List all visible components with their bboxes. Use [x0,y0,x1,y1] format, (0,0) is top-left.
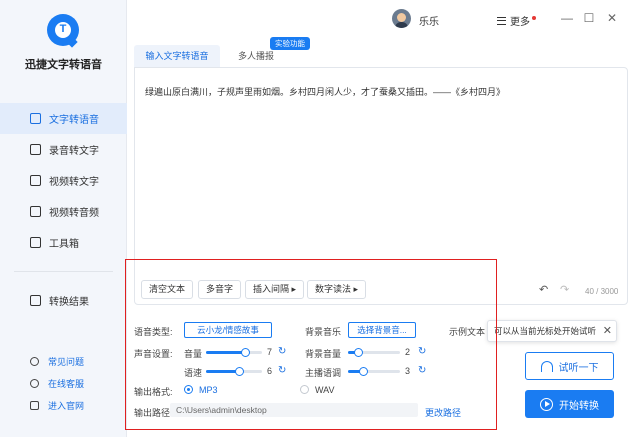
char-counter: 40 / 3000 [585,287,619,296]
slider-handle[interactable] [240,348,250,357]
bg-music-label: 背景音乐 [305,327,342,337]
voice-settings-label: 声音设置: [134,349,173,359]
faq-link[interactable]: 常见问题 [0,350,127,372]
sidebar-item-label: 视频转音频 [49,208,99,219]
voice-type-label: 语音类型: [134,327,173,337]
speed-slider[interactable] [206,367,262,376]
online-support-link[interactable]: 在线客服 [0,372,127,394]
sidebar-item-label: 视频转文字 [49,177,99,188]
start-convert-button[interactable]: 开始转换 [525,390,614,418]
footer-link-label: 常见问题 [48,356,85,367]
anchor-tone-value: 3 [405,366,411,376]
bg-volume-slider[interactable] [348,348,400,357]
tab-input-text[interactable]: 输入文字转语音 [134,45,220,67]
sidebar-item-label: 转换结果 [49,297,89,308]
sidebar-footer: 常见问题 在线客服 进入官网 [0,350,127,416]
sidebar-item-video-to-text[interactable]: 视频转文字 [0,165,127,196]
sidebar-item-results[interactable]: 转换结果 [0,285,127,316]
volume-value: 7 [267,347,273,357]
anchor-tone-reset-icon[interactable]: ↻ [418,366,426,376]
bg-volume-label: 背景音量 [305,349,342,359]
start-label: 开始转换 [559,400,599,412]
format-label: 输出格式: [134,387,173,397]
sidebar-item-label: 录音转文字 [49,146,99,157]
undo-icon[interactable]: ↶ [539,285,548,296]
wav-radio[interactable] [300,385,309,394]
play-icon [540,397,553,411]
username[interactable]: 乐乐 [419,13,439,28]
preview-button[interactable]: 试听一下 [525,352,614,380]
app-title: 迅捷文字转语音 [25,59,102,71]
output-path-label: 输出路径: [134,408,173,418]
chat-icon [30,378,39,388]
mp3-label[interactable]: MP3 [199,385,218,395]
volume-slider[interactable] [206,348,262,357]
sidebar-item-video-to-audio[interactable]: 视频转音频 [0,196,127,227]
speed-reset-icon[interactable]: ↻ [278,366,286,376]
output-path-field[interactable]: C:\Users\admin\desktop [170,403,418,417]
sidebar-secondary: 转换结果 [0,285,127,316]
minimize-button[interactable]: — [561,12,573,24]
speed-value: 6 [267,366,273,376]
sidebar-item-label: 工具箱 [49,239,79,250]
sidebar-item-label: 文字转语音 [49,115,99,126]
anchor-tone-label: 主播语调 [305,368,342,378]
slider-handle[interactable] [359,367,369,376]
bg-volume-reset-icon[interactable]: ↻ [418,347,426,357]
close-button[interactable]: ✕ [606,12,618,24]
sidebar-divider [14,271,113,272]
sidebar: 迅捷文字转语音 文字转语音 录音转文字 视频转文字 视频转音频 工具箱 转换结果 [0,0,127,437]
mp3-radio[interactable] [184,385,193,394]
avatar[interactable] [392,9,411,28]
speed-label: 语速 [184,368,203,378]
redo-icon: ↷ [560,284,570,296]
toolbox-icon [30,237,41,248]
bg-music-select[interactable]: 选择背景音... [348,322,416,338]
bg-volume-value: 2 [405,347,411,357]
tooltip-close-icon[interactable]: ✕ [603,321,612,341]
change-path-link[interactable]: 更改路径 [425,406,461,419]
sidebar-item-toolbox[interactable]: 工具箱 [0,227,127,258]
recording-icon [30,144,41,155]
volume-label: 音量 [184,349,203,359]
slider-handle[interactable] [235,367,245,376]
monitor-icon [30,400,39,410]
tooltip-text: 可以从当前光标处开始试听 [494,326,597,336]
footer-link-label: 在线客服 [48,378,85,389]
sidebar-item-text-to-speech[interactable]: 文字转语音 [0,103,127,134]
sidebar-nav: 文字转语音 录音转文字 视频转文字 视频转音频 工具箱 [0,103,127,258]
headphones-icon [540,360,553,372]
wav-label[interactable]: WAV [315,385,335,395]
video-icon [30,175,41,186]
video-audio-icon [30,206,41,217]
preview-label: 试听一下 [558,362,599,374]
experimental-badge: 实验功能 [270,37,310,50]
text-editor[interactable]: 绿遍山原白满川，子规声里雨如烟。乡村四月闲人少，才了蚕桑又插田。——《乡村四月》 [134,67,628,305]
text-to-speech-icon [30,113,41,124]
sample-text-tooltip: 可以从当前光标处开始试听 ✕ [487,320,617,342]
sidebar-item-recording-to-text[interactable]: 录音转文字 [0,134,127,165]
sample-text-label[interactable]: 示例文本 [449,325,485,338]
more-menu-button[interactable]: 更多 [497,13,536,28]
notification-dot [532,15,536,20]
menu-icon [497,16,506,25]
result-icon [30,295,41,306]
footer-link-label: 进入官网 [48,400,85,411]
polyphone-button[interactable]: 多音字 [198,280,242,299]
slider-handle[interactable] [353,348,363,357]
question-icon [30,356,39,366]
anchor-tone-slider[interactable] [348,367,400,376]
voice-type-select[interactable]: 云小龙/情感故事 [184,322,272,338]
clear-text-button[interactable]: 清空文本 [141,280,194,299]
official-site-link[interactable]: 进入官网 [0,394,127,416]
maximize-button[interactable]: ☐ [583,12,595,24]
more-label: 更多 [510,17,530,28]
insert-pause-button[interactable]: 插入间隔 ▸ [245,280,305,299]
volume-reset-icon[interactable]: ↻ [278,347,286,357]
number-reading-button[interactable]: 数字读法 ▸ [307,280,367,299]
editor-content[interactable]: 绿遍山原白满川，子规声里雨如烟。乡村四月闲人少，才了蚕桑又插田。——《乡村四月》 [145,85,505,98]
